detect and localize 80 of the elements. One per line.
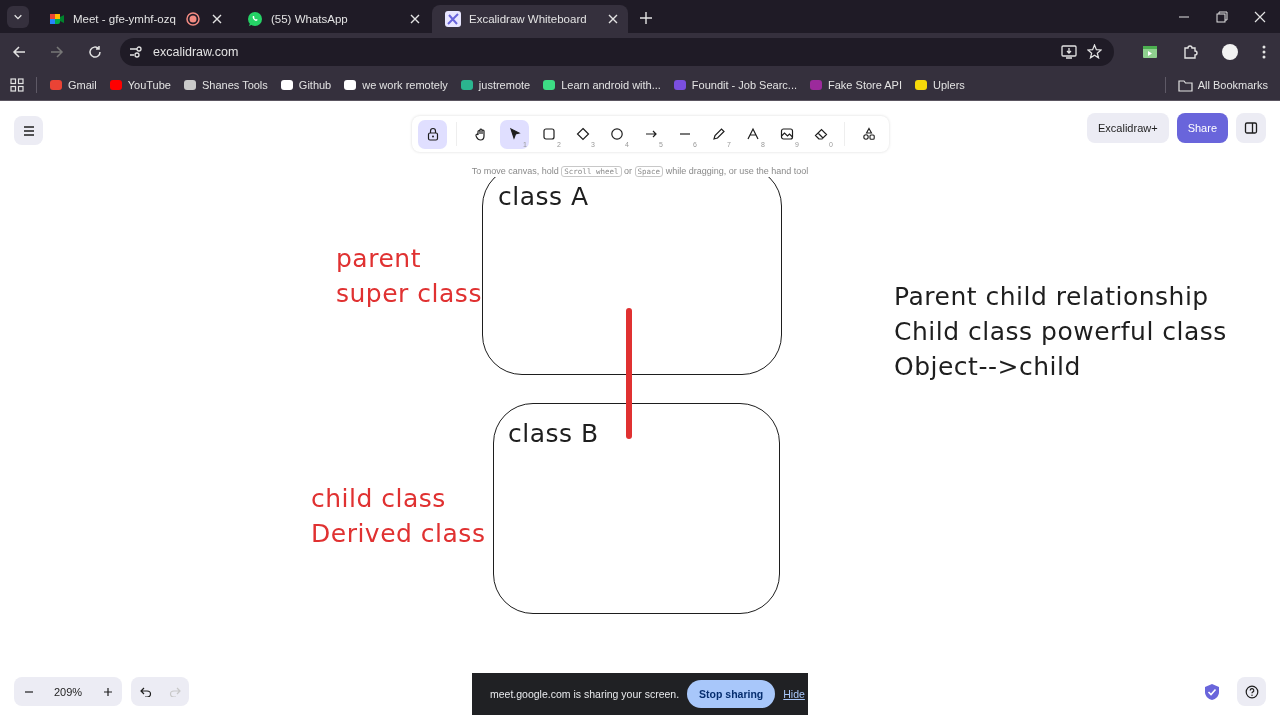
browser-tab[interactable]: (55) WhatsApp <box>234 5 430 33</box>
shapes-icon <box>861 127 876 141</box>
redo-icon <box>168 686 181 697</box>
bookmark-favicon-icon <box>182 78 197 92</box>
lock-button[interactable] <box>418 119 447 149</box>
handwritten-text: class B <box>508 418 599 450</box>
help-icon <box>1244 684 1259 699</box>
plus-icon <box>102 686 113 697</box>
bookmark[interactable]: Fake Store API <box>809 78 902 92</box>
help-button[interactable] <box>1237 677 1266 706</box>
bookmark-favicon-icon <box>49 78 63 92</box>
address-bar[interactable]: excalidraw.com <box>120 37 1114 66</box>
forward-icon[interactable] <box>50 44 64 59</box>
zoom-level[interactable]: 209% <box>43 685 93 698</box>
sharing-message: meet.google.com is sharing your screen. <box>490 688 680 700</box>
letter-icon <box>745 127 760 141</box>
stop-sharing-button[interactable]: Stop sharing <box>687 680 776 708</box>
lock-icon <box>425 127 440 141</box>
sidebar-button[interactable] <box>1236 113 1266 143</box>
eraser-icon <box>813 127 828 141</box>
site-settings-icon[interactable] <box>129 44 143 59</box>
avatar[interactable] <box>1222 43 1238 60</box>
bookmark-favicon-icon <box>672 78 687 92</box>
image-icon <box>779 127 794 141</box>
bookmark-favicon-icon <box>343 78 358 92</box>
hide-link[interactable]: Hide <box>783 688 805 700</box>
pencil-icon <box>711 127 726 141</box>
bookmark-favicon-icon <box>914 78 928 92</box>
bookmark[interactable]: Github <box>279 78 332 92</box>
hand-icon <box>473 127 488 141</box>
screen-video-icon[interactable] <box>1142 43 1158 60</box>
square-icon <box>541 127 556 141</box>
bookmark[interactable]: Learn android with... <box>542 78 661 92</box>
menu-icon[interactable] <box>1262 44 1266 59</box>
reload-icon[interactable] <box>88 44 102 59</box>
bookmark-favicon-icon <box>809 78 824 92</box>
tab-search-button[interactable] <box>7 6 29 28</box>
bookmark-favicon-icon <box>459 78 474 92</box>
bookmark[interactable]: Uplers <box>914 78 965 92</box>
restore-icon[interactable] <box>1216 11 1228 23</box>
url-text: excalidraw.com <box>153 44 239 59</box>
shield-check-icon[interactable] <box>1204 683 1220 701</box>
close-icon[interactable] <box>608 14 618 24</box>
menu-button[interactable] <box>14 116 43 145</box>
bookmark[interactable]: Foundit - Job Searc... <box>672 78 798 92</box>
handwritten-text: class A <box>498 181 589 213</box>
menu-icon <box>22 125 35 136</box>
bookmark[interactable]: Shanes Tools <box>182 78 268 92</box>
bookmark[interactable]: YouTube <box>108 78 171 92</box>
folder-icon <box>1177 78 1193 92</box>
bookmark[interactable]: Gmail <box>49 78 97 92</box>
share-button[interactable]: Share <box>1176 113 1228 143</box>
close-icon[interactable] <box>410 14 420 24</box>
chat-bubble-icon <box>247 11 263 27</box>
video-camera-icon <box>49 11 65 27</box>
handwritten-text: parent super class <box>336 243 482 310</box>
undo-icon <box>139 686 152 697</box>
excalidraw-plus-button[interactable]: Excalidraw+ <box>1087 113 1169 143</box>
circle-icon <box>609 127 624 141</box>
browser-tab[interactable]: Meet - gfe-ymhf-ozq <box>36 5 232 33</box>
puzzle-icon[interactable] <box>1182 43 1198 60</box>
all-bookmarks[interactable]: All Bookmarks <box>1177 78 1268 92</box>
apps-grid-icon[interactable] <box>10 78 24 92</box>
bookmark[interactable]: justremote <box>459 78 531 92</box>
bookmark-favicon-icon <box>542 78 557 92</box>
handwritten-text: child class Derived class <box>311 483 486 550</box>
diamond-icon <box>575 127 590 141</box>
bookmark[interactable]: we work remotely <box>343 78 448 92</box>
plus-icon[interactable] <box>640 12 652 24</box>
pointer-icon <box>507 127 522 141</box>
close-icon[interactable] <box>212 14 222 24</box>
star-icon[interactable] <box>1087 44 1102 59</box>
browser-tab[interactable]: Excalidraw Whiteboard <box>432 5 628 33</box>
sidebar-icon <box>1244 121 1258 135</box>
back-icon[interactable] <box>12 44 26 59</box>
install-app-icon[interactable] <box>1061 44 1077 59</box>
handwritten-text: Parent child relationship Child class powerful class Object-->child <box>894 281 1227 383</box>
bookmark-favicon-icon <box>108 78 123 92</box>
bookmark-favicon-icon <box>279 78 294 92</box>
close-icon[interactable] <box>1254 11 1266 23</box>
